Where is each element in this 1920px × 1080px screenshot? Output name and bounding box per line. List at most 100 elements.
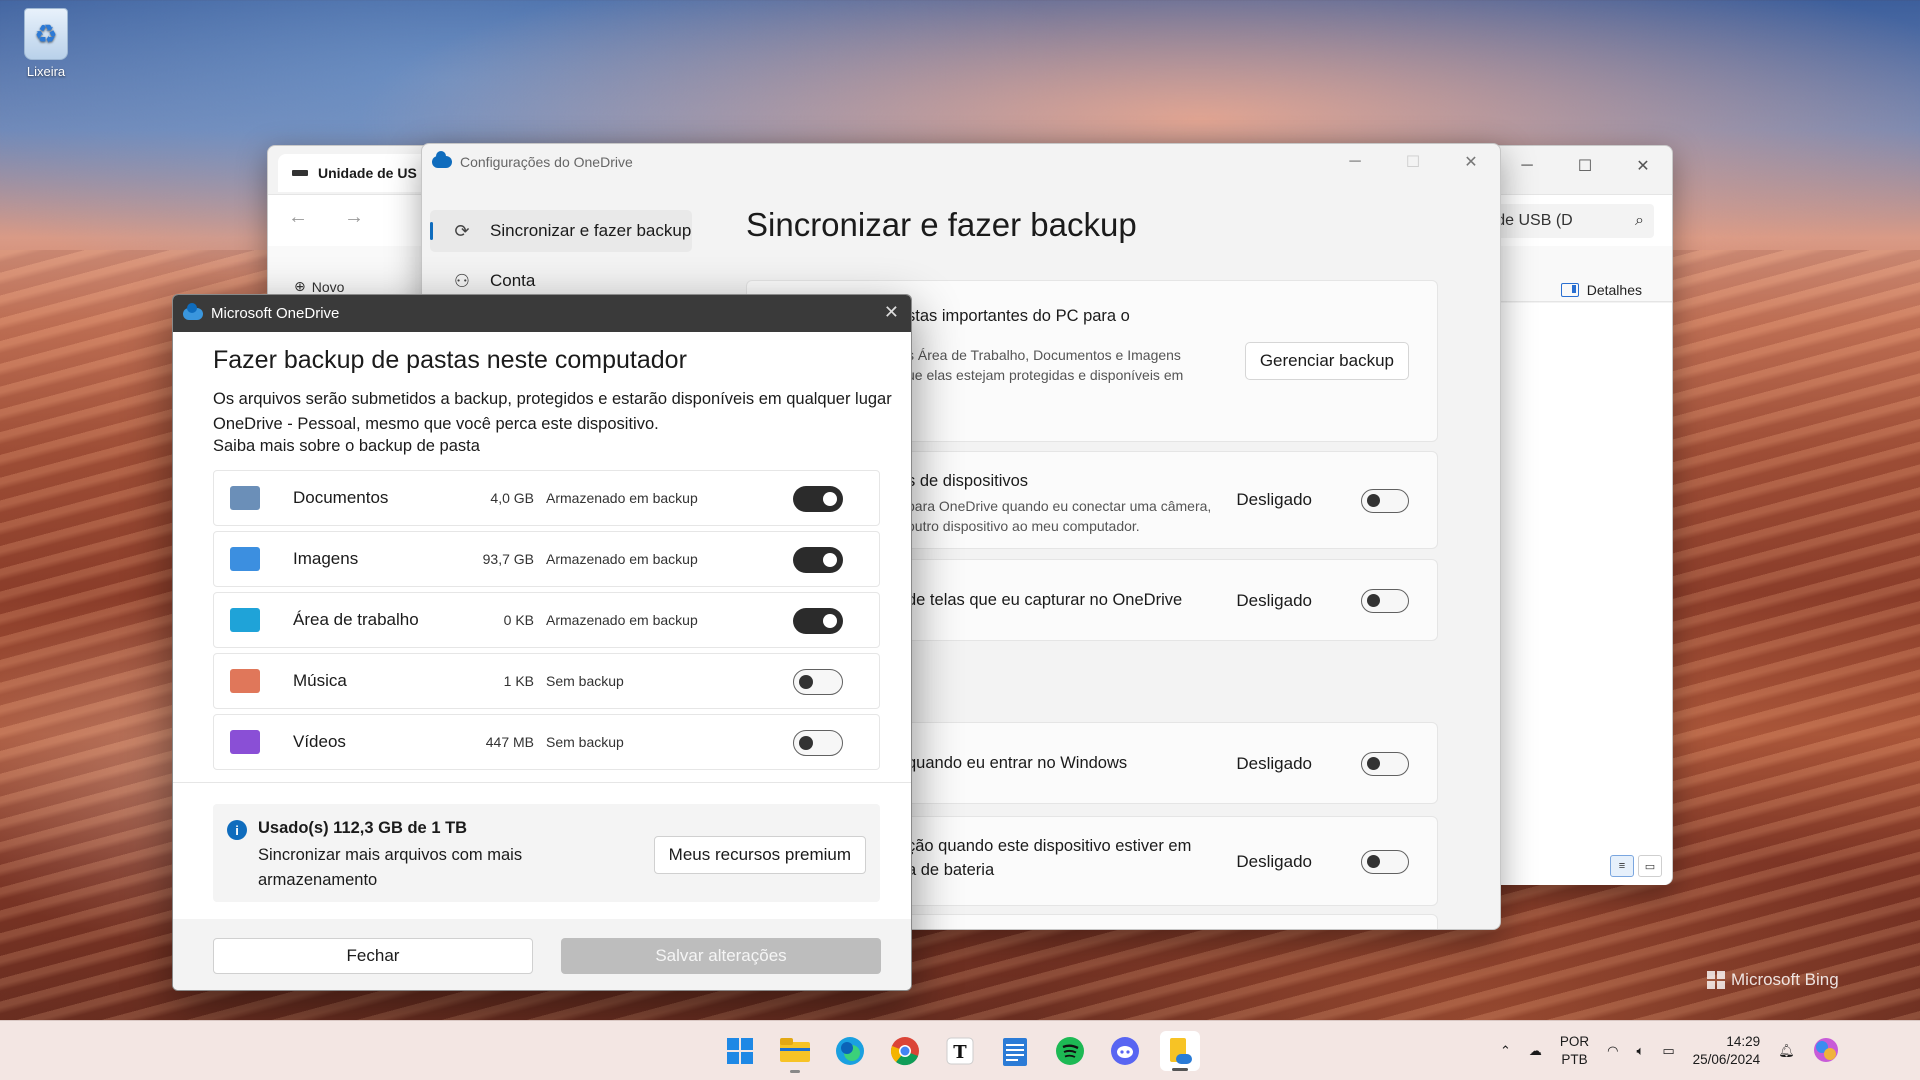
discord-icon[interactable] bbox=[1105, 1031, 1145, 1071]
musica-toggle[interactable] bbox=[793, 669, 843, 695]
typora-icon[interactable]: T bbox=[940, 1031, 980, 1071]
maximize-button[interactable]: ☐ bbox=[1556, 146, 1614, 186]
battery-icon[interactable]: ▭ bbox=[1662, 1043, 1674, 1059]
desktop-folder-icon bbox=[230, 608, 260, 632]
storage-more-text: Sincronizar mais arquivos com mais armaz… bbox=[258, 846, 523, 889]
learn-more-link[interactable]: Saiba mais sobre o backup de pasta bbox=[213, 437, 480, 456]
backup-folders-dialog: Microsoft OneDrive ✕ Fazer backup de pas… bbox=[172, 294, 912, 991]
folder-size: 93,7 GB bbox=[482, 551, 534, 567]
toggle-state-label: Desligado bbox=[1236, 490, 1312, 509]
folder-name: Música bbox=[293, 671, 347, 690]
devices-toggle[interactable] bbox=[1361, 489, 1409, 513]
copilot-icon[interactable] bbox=[1813, 1037, 1839, 1066]
folder-row-documentos: Documentos 4,0 GB Armazenado em backup bbox=[213, 470, 880, 526]
settings-window-title: Configurações do OneDrive bbox=[460, 154, 633, 170]
folder-row-imagens: Imagens 93,7 GB Armazenado em backup bbox=[213, 531, 880, 587]
new-button[interactable]: ⊕ Novo bbox=[294, 278, 344, 295]
recycle-bin-shortcut[interactable]: ♻ Lixeira bbox=[18, 8, 74, 79]
system-tray: ⌃ ☁ POR PTB ◠ 🔈︎ ▭ 14:29 25/06/2024 🔔︎ bbox=[1500, 1021, 1839, 1080]
volume-icon[interactable]: 🔈︎ bbox=[1637, 1043, 1645, 1059]
area-de-trabalho-toggle[interactable] bbox=[793, 608, 843, 634]
details-pane-icon bbox=[1560, 283, 1579, 297]
videos-toggle[interactable] bbox=[793, 730, 843, 756]
start-windows-toggle[interactable] bbox=[1361, 752, 1409, 776]
documentos-toggle[interactable] bbox=[793, 486, 843, 512]
back-icon[interactable]: ← bbox=[288, 206, 308, 229]
close-dialog-button[interactable]: Fechar bbox=[213, 938, 533, 974]
folder-row-area-de-trabalho: Área de trabalho 0 KB Armazenado em back… bbox=[213, 592, 880, 648]
onedrive-setup-icon[interactable] bbox=[1160, 1031, 1200, 1071]
details-view-icon[interactable]: ≡ bbox=[1610, 855, 1634, 877]
folder-status: Sem backup bbox=[546, 673, 624, 689]
tiles-view-icon[interactable]: ▭ bbox=[1638, 855, 1662, 877]
screenshots-toggle[interactable] bbox=[1361, 589, 1409, 613]
nav-item-sync-backup[interactable]: ⟳ Sincronizar e fazer backup bbox=[430, 210, 692, 252]
premium-features-button[interactable]: Meus recursos premium bbox=[653, 836, 866, 874]
page-title: Sincronizar e fazer backup bbox=[746, 206, 1137, 243]
details-label: Detalhes bbox=[1586, 282, 1642, 298]
clock[interactable]: 14:29 25/06/2024 bbox=[1693, 1033, 1761, 1069]
minimize-button[interactable]: ─ bbox=[1498, 146, 1556, 186]
recycle-bin-label: Lixeira bbox=[26, 64, 66, 79]
folder-size: 447 MB bbox=[485, 734, 534, 750]
details-button[interactable]: Detalhes bbox=[1560, 282, 1642, 298]
backup-card-sub2: ue elas estejam protegidas e disponíveis… bbox=[907, 367, 1184, 383]
onedrive-tray-icon[interactable]: ☁ bbox=[1529, 1043, 1542, 1059]
svg-text:T: T bbox=[953, 1042, 967, 1063]
lang-bottom: PTB bbox=[1561, 1052, 1588, 1067]
toggle-state-label: Desligado bbox=[1236, 852, 1312, 871]
documents-folder-icon bbox=[230, 486, 260, 510]
bell-icon[interactable]: 🔔︎ bbox=[1778, 1043, 1795, 1059]
folder-name: Vídeos bbox=[293, 732, 346, 751]
dialog-heading: Fazer backup de pastas neste computador bbox=[213, 346, 687, 374]
imagens-toggle[interactable] bbox=[793, 547, 843, 573]
backup-card-sub1: s Área de Trabalho, Documentos e Imagens bbox=[907, 347, 1181, 363]
explorer-tab-title: Unidade de US bbox=[318, 165, 417, 181]
battery-toggle[interactable] bbox=[1361, 850, 1409, 874]
dialog-window-title: Microsoft OneDrive bbox=[211, 305, 340, 322]
chevron-up-icon[interactable]: ⌃ bbox=[1500, 1043, 1511, 1059]
microsoft-logo-icon bbox=[1707, 971, 1725, 989]
setting-row-sub2: outro dispositivo ao meu computador. bbox=[907, 518, 1140, 534]
minimize-button[interactable]: ─ bbox=[1326, 144, 1384, 180]
folder-row-videos: Vídeos 447 MB Sem backup bbox=[213, 714, 880, 770]
clock-time: 14:29 bbox=[1726, 1034, 1761, 1049]
forward-icon[interactable]: → bbox=[344, 206, 364, 229]
onedrive-cloud-icon bbox=[183, 302, 203, 320]
folder-size: 4,0 GB bbox=[490, 490, 534, 506]
search-icon[interactable]: ⌕ bbox=[1635, 212, 1644, 230]
language-indicator[interactable]: POR PTB bbox=[1560, 1033, 1589, 1069]
wifi-icon[interactable]: ◠ bbox=[1607, 1043, 1618, 1059]
start-icon[interactable] bbox=[720, 1031, 760, 1071]
setting-row-title: de telas que eu capturar no OneDrive bbox=[907, 591, 1183, 609]
setting-row-title: ção quando este dispositivo estiver em bbox=[907, 837, 1192, 855]
bing-watermark: Microsoft Bing bbox=[1707, 970, 1839, 990]
folder-size: 0 KB bbox=[503, 612, 534, 628]
folder-size: 1 KB bbox=[503, 673, 534, 689]
dialog-title-bar: Microsoft OneDrive ✕ bbox=[173, 295, 911, 332]
pictures-folder-icon bbox=[230, 547, 260, 571]
folder-status: Sem backup bbox=[546, 734, 624, 750]
close-icon[interactable]: ✕ bbox=[884, 302, 899, 323]
edge-icon[interactable] bbox=[830, 1031, 870, 1071]
spotify-icon[interactable] bbox=[1050, 1031, 1090, 1071]
recycle-bin-icon: ♻ bbox=[24, 8, 68, 60]
setting-row-title2: a de bateria bbox=[907, 861, 995, 879]
settings-title-bar: Configurações do OneDrive bbox=[432, 151, 633, 170]
manage-backup-button[interactable]: Gerenciar backup bbox=[1244, 342, 1409, 380]
close-button[interactable]: ✕ bbox=[1442, 144, 1500, 180]
close-button[interactable]: ✕ bbox=[1614, 146, 1672, 186]
divider bbox=[173, 782, 911, 783]
notepad-icon[interactable] bbox=[995, 1031, 1035, 1071]
folder-status: Armazenado em backup bbox=[546, 551, 698, 567]
taskbar: T ⌃ ☁ POR PTB ◠ 🔈︎ ▭ 14:29 25/06/2024 🔔︎ bbox=[0, 1020, 1920, 1080]
usb-drive-icon bbox=[292, 170, 308, 176]
info-icon: i bbox=[227, 820, 247, 840]
file-explorer-icon[interactable] bbox=[775, 1031, 815, 1073]
maximize-button: ☐ bbox=[1405, 154, 1421, 171]
sync-icon: ⟳ bbox=[454, 220, 470, 241]
nav-item-label: Conta bbox=[490, 271, 536, 290]
music-folder-icon bbox=[230, 669, 260, 693]
plus-icon: ⊕ bbox=[294, 278, 306, 294]
chrome-icon[interactable] bbox=[885, 1031, 925, 1071]
